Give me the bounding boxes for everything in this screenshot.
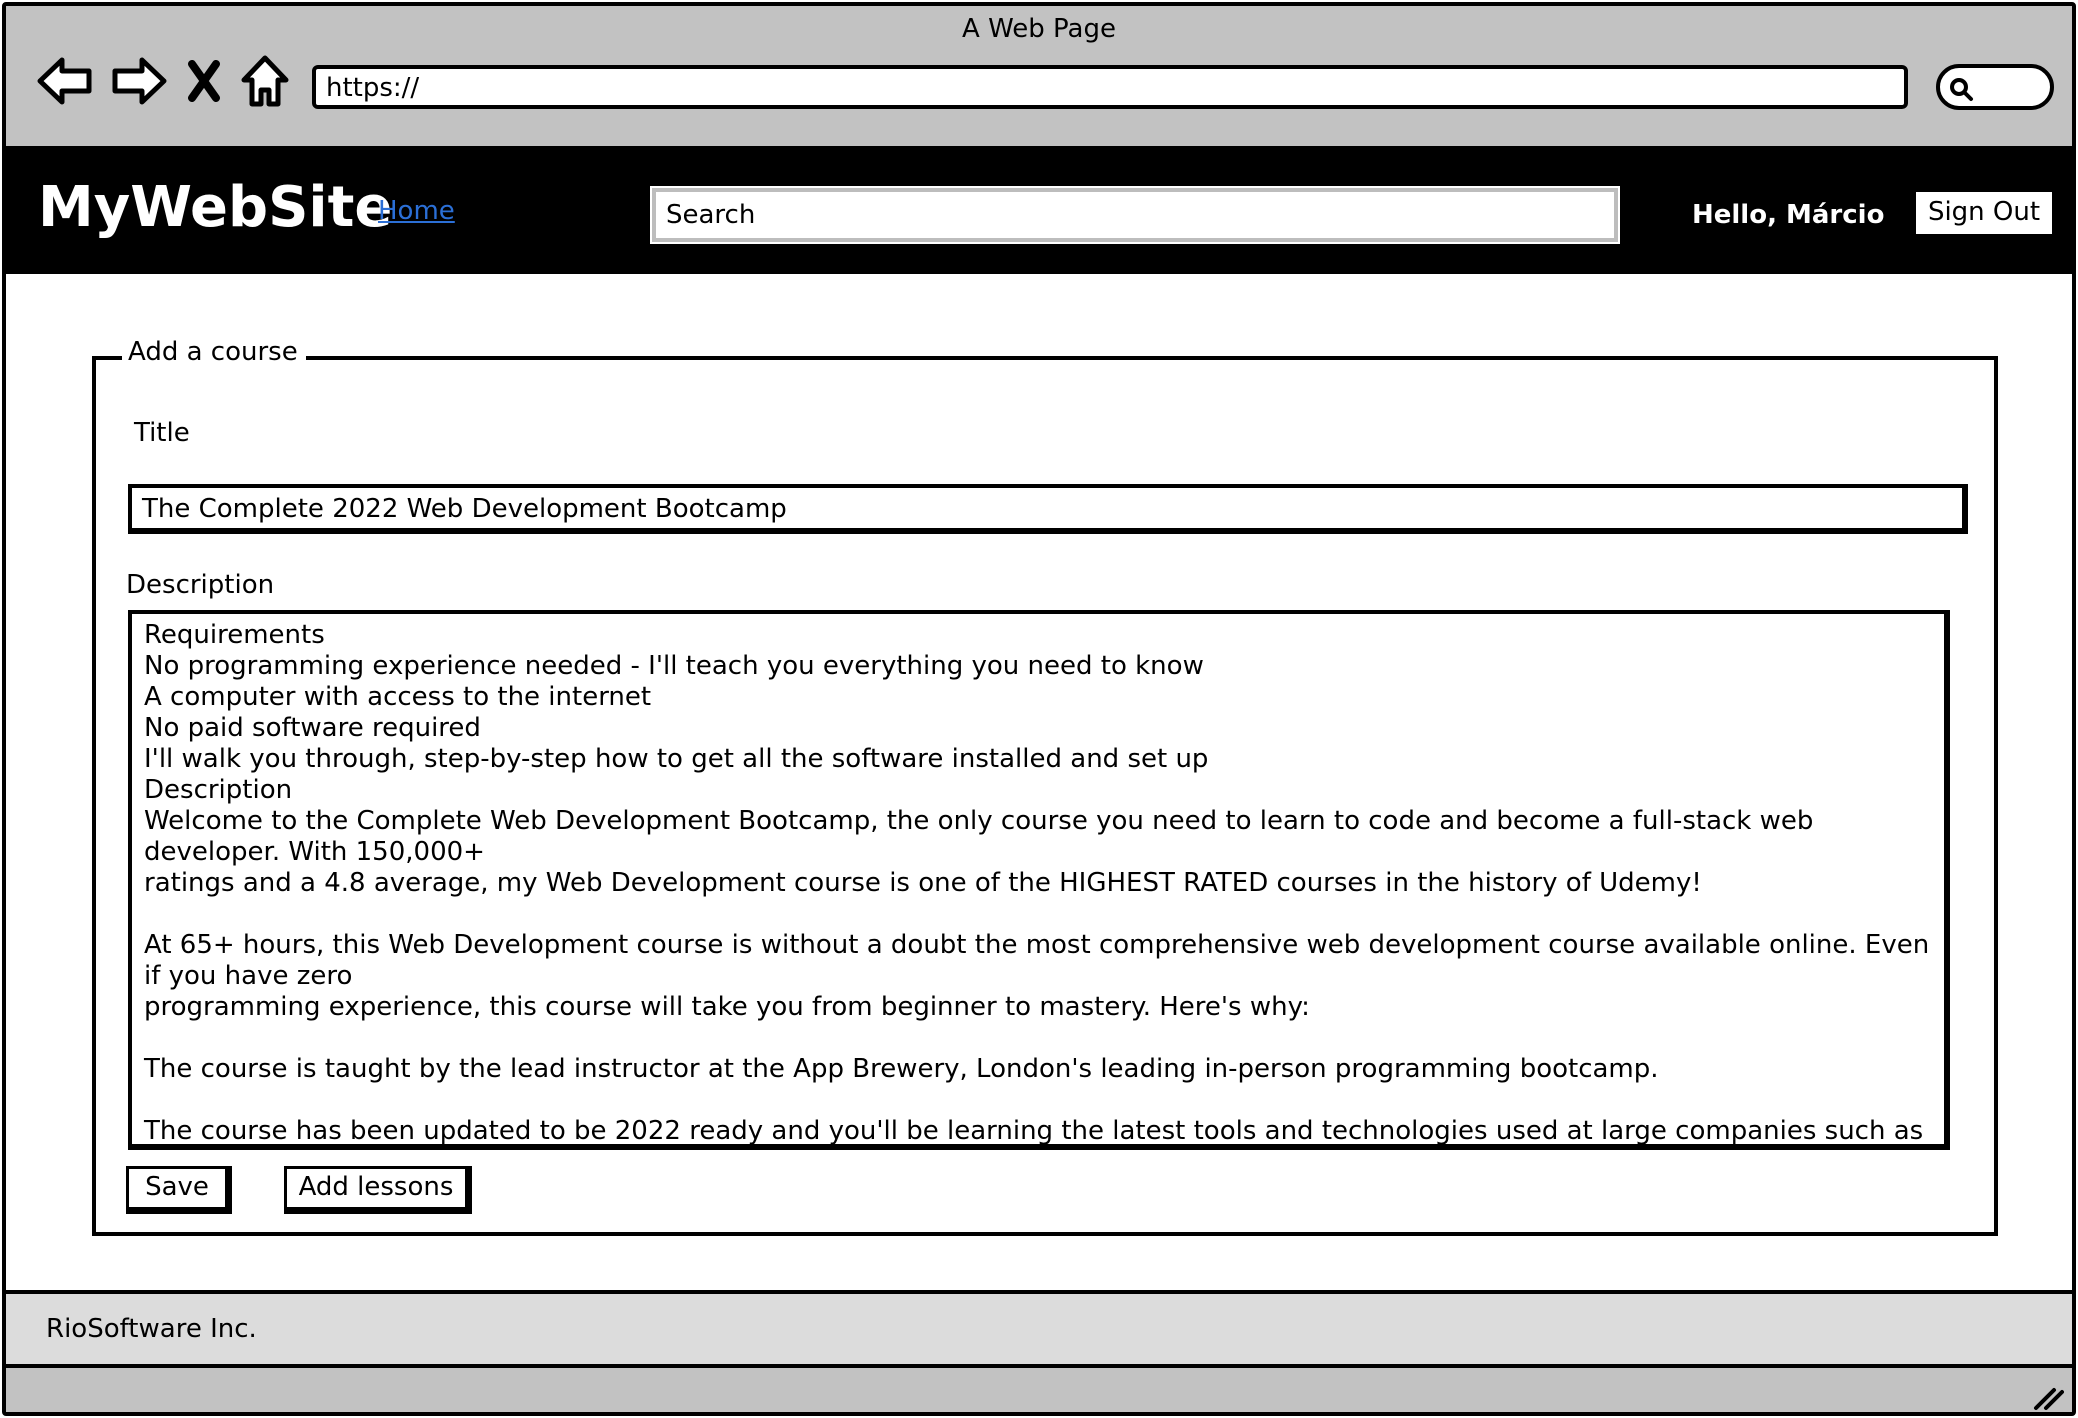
forward-arrow-icon[interactable]	[108, 50, 170, 112]
address-bar[interactable]: https://	[312, 65, 1908, 109]
description-line: Requirements	[144, 620, 325, 650]
add-lessons-button[interactable]: Add lessons	[284, 1166, 472, 1214]
description-line: programming experience, this course will…	[144, 992, 1310, 1022]
description-line: Description	[144, 775, 293, 805]
browser-search-field[interactable]	[1936, 64, 2054, 110]
browser-status-bar	[6, 1368, 2072, 1412]
window-title: A Web Page	[962, 14, 1116, 44]
description-line: At 65+ hours, this Web Development cours…	[144, 930, 1938, 991]
title-input[interactable]: The Complete 2022 Web Development Bootca…	[128, 484, 1968, 534]
sign-out-button[interactable]: Sign Out	[1916, 192, 2052, 234]
site-search-input[interactable]: Search	[650, 186, 1620, 244]
description-line	[144, 1085, 1932, 1116]
description-textarea[interactable]: Requirements No programming experience ne…	[128, 610, 1950, 1150]
back-arrow-icon[interactable]	[34, 50, 96, 112]
site-footer: RioSoftware Inc.	[6, 1290, 2072, 1368]
site-logo: MyWebSite	[38, 175, 393, 240]
nav-home-link[interactable]: Home	[378, 196, 455, 226]
description-line: Welcome to the Complete Web Development …	[144, 806, 1822, 867]
home-icon[interactable]	[236, 50, 294, 112]
description-line: No paid software required	[144, 713, 481, 743]
description-line: I'll walk you through, step-by-step how …	[144, 744, 1209, 774]
fieldset-legend: Add a course	[122, 332, 306, 372]
description-line: The course is taught by the lead instruc…	[144, 1054, 1659, 1084]
description-line: ratings and a 4.8 average, my Web Develo…	[144, 868, 1702, 898]
close-x-icon[interactable]	[178, 50, 230, 112]
site-header: MyWebSite Home Search Hello, Márcio Sign…	[6, 146, 2072, 274]
browser-window: A Web Page https:// MyWebSite Home Searc…	[2, 2, 2076, 1416]
description-label: Description	[126, 570, 275, 600]
description-line: A computer with access to the internet	[144, 682, 652, 712]
description-line	[144, 1023, 1932, 1054]
title-label: Title	[134, 418, 190, 448]
footer-company: RioSoftware Inc.	[46, 1314, 257, 1344]
save-button[interactable]: Save	[126, 1166, 232, 1214]
description-line	[144, 899, 1932, 930]
description-line: No programming experience needed - I'll …	[144, 651, 1204, 681]
user-greeting: Hello, Márcio	[1692, 200, 1885, 230]
resize-grip-icon[interactable]	[2032, 1384, 2064, 1412]
add-course-fieldset: Add a course Title The Complete 2022 Web…	[92, 332, 1998, 1236]
description-line: The course has been updated to be 2022 r…	[144, 1116, 1924, 1146]
search-icon	[1950, 78, 1973, 101]
browser-chrome: A Web Page https://	[6, 6, 2072, 146]
